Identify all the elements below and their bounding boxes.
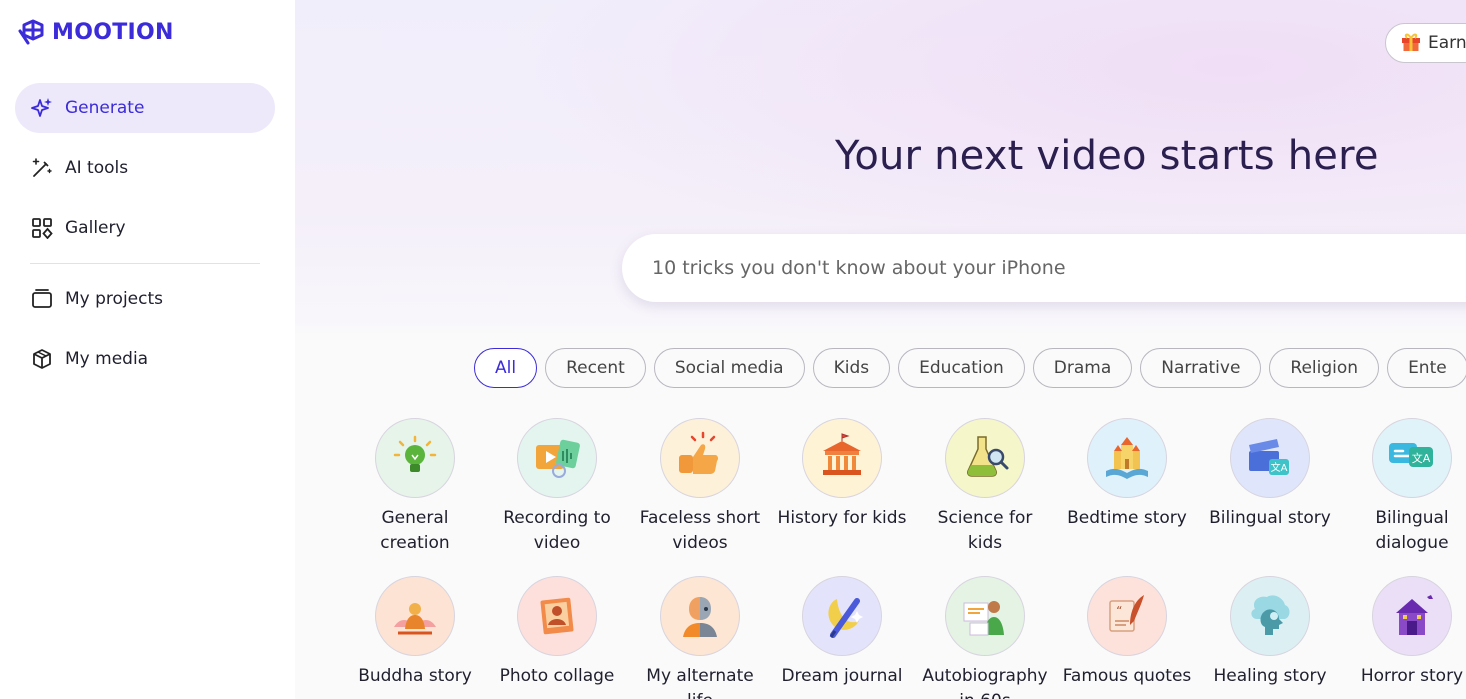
template-my-alternate-life[interactable]: My alternate life bbox=[635, 576, 765, 699]
template-label: Science for kids bbox=[937, 508, 1033, 553]
sidebar-item-label: My media bbox=[65, 349, 149, 369]
template-bilingual-dialogue[interactable]: 文A Bilingual dialogue bbox=[1347, 418, 1466, 556]
sidebar: MOOTION Generate AI tools Gallery My pro… bbox=[0, 0, 295, 699]
photo-frame-icon bbox=[517, 576, 597, 656]
category-chips: All Recent Social media Kids Education D… bbox=[474, 348, 1466, 388]
chip-narrative[interactable]: Narrative bbox=[1140, 348, 1262, 388]
robot-person-icon bbox=[660, 576, 740, 656]
thumbs-up-icon bbox=[660, 418, 740, 498]
template-famous-quotes[interactable]: “ Famous quotes bbox=[1062, 576, 1192, 689]
template-label: My alternate life bbox=[646, 666, 754, 699]
chip-all[interactable]: All bbox=[474, 348, 538, 388]
haunted-house-icon bbox=[1372, 576, 1452, 656]
person-book-icon bbox=[945, 576, 1025, 656]
grid-icon bbox=[31, 217, 53, 239]
chip-drama[interactable]: Drama bbox=[1032, 348, 1133, 388]
template-label: Dream journal bbox=[781, 666, 903, 686]
chip-kids[interactable]: Kids bbox=[812, 348, 891, 388]
template-faceless-short-videos[interactable]: Faceless short videos bbox=[635, 418, 765, 556]
template-label: Bilingual story bbox=[1209, 508, 1331, 528]
quill-icon: “ bbox=[1087, 576, 1167, 656]
brand-logo[interactable]: MOOTION bbox=[18, 17, 174, 47]
sidebar-item-label: Generate bbox=[65, 98, 145, 118]
template-label: Bilingual dialogue bbox=[1375, 508, 1449, 553]
sidebar-item-label: My projects bbox=[65, 289, 163, 309]
buddha-icon bbox=[375, 576, 455, 656]
template-label: Recording to video bbox=[503, 508, 611, 553]
template-general-creation[interactable]: General creation bbox=[350, 418, 480, 556]
prompt-search-bar[interactable] bbox=[622, 234, 1466, 302]
head-heal-icon bbox=[1230, 576, 1310, 656]
template-autobiography-in-60s[interactable]: Autobiography in 60s bbox=[920, 576, 1050, 699]
template-recording-to-video[interactable]: Recording to video bbox=[492, 418, 622, 556]
magic-wand-icon bbox=[31, 157, 53, 179]
template-label: Famous quotes bbox=[1062, 666, 1192, 686]
template-label: Autobiography in 60s bbox=[922, 666, 1048, 699]
earn-label: Earn bbox=[1428, 33, 1466, 53]
template-label: History for kids bbox=[777, 508, 907, 528]
template-label: Bedtime story bbox=[1067, 508, 1187, 528]
moon-pen-icon bbox=[802, 576, 882, 656]
template-bilingual-story[interactable]: 文A Bilingual story bbox=[1205, 418, 1335, 531]
sidebar-item-generate[interactable]: Generate bbox=[15, 83, 275, 133]
template-healing-story[interactable]: Healing story bbox=[1205, 576, 1335, 689]
flask-icon bbox=[945, 418, 1025, 498]
chip-recent[interactable]: Recent bbox=[545, 348, 646, 388]
main-content: Earn Your next video starts here All Rec… bbox=[295, 0, 1466, 699]
template-label: Faceless short videos bbox=[639, 508, 761, 553]
chat-translate-icon: 文A bbox=[1372, 418, 1452, 498]
template-buddha-story[interactable]: Buddha story bbox=[350, 576, 480, 689]
template-label: Buddha story bbox=[358, 666, 472, 686]
sidebar-item-ai-tools[interactable]: AI tools bbox=[15, 143, 275, 193]
template-science-for-kids[interactable]: Science for kids bbox=[920, 418, 1050, 556]
chip-religion[interactable]: Religion bbox=[1269, 348, 1380, 388]
lightbulb-icon bbox=[375, 418, 455, 498]
prompt-input[interactable] bbox=[652, 257, 1452, 279]
sparkle-icon bbox=[31, 97, 53, 119]
cube-icon bbox=[31, 348, 53, 370]
play-video-icon bbox=[517, 418, 597, 498]
template-dream-journal[interactable]: Dream journal bbox=[777, 576, 907, 689]
template-label: Horror story bbox=[1360, 666, 1464, 686]
sidebar-nav: Generate AI tools Gallery My projects My… bbox=[15, 83, 275, 394]
gift-icon bbox=[1400, 30, 1422, 56]
sidebar-item-label: Gallery bbox=[65, 218, 126, 238]
museum-icon bbox=[802, 418, 882, 498]
chip-social-media[interactable]: Social media bbox=[653, 348, 805, 388]
chip-education[interactable]: Education bbox=[898, 348, 1025, 388]
folder-icon bbox=[31, 288, 53, 310]
template-label: General creation bbox=[380, 508, 450, 553]
template-history-for-kids[interactable]: History for kids bbox=[777, 418, 907, 531]
template-label: Healing story bbox=[1213, 666, 1327, 686]
template-photo-collage[interactable]: Photo collage bbox=[492, 576, 622, 689]
mootion-logo-icon bbox=[18, 19, 44, 45]
castle-book-icon bbox=[1087, 418, 1167, 498]
brand-name: MOOTION bbox=[52, 19, 174, 45]
sidebar-item-label: AI tools bbox=[65, 158, 129, 178]
sidebar-divider bbox=[30, 263, 260, 264]
sidebar-item-gallery[interactable]: Gallery bbox=[15, 203, 275, 253]
sidebar-item-my-projects[interactable]: My projects bbox=[15, 274, 275, 324]
earn-button[interactable]: Earn bbox=[1385, 23, 1466, 63]
svg-text:“: “ bbox=[1116, 604, 1122, 618]
sidebar-item-my-media[interactable]: My media bbox=[15, 334, 275, 384]
clapper-translate-icon: 文A bbox=[1230, 418, 1310, 498]
svg-text:文A: 文A bbox=[1271, 461, 1288, 474]
chip-entertainment[interactable]: Ente bbox=[1387, 348, 1466, 388]
page-title: Your next video starts here bbox=[835, 133, 1379, 179]
template-horror-story[interactable]: Horror story bbox=[1347, 576, 1466, 689]
template-bedtime-story[interactable]: Bedtime story bbox=[1062, 418, 1192, 531]
svg-text:文A: 文A bbox=[1412, 451, 1431, 465]
template-label: Photo collage bbox=[499, 666, 615, 686]
